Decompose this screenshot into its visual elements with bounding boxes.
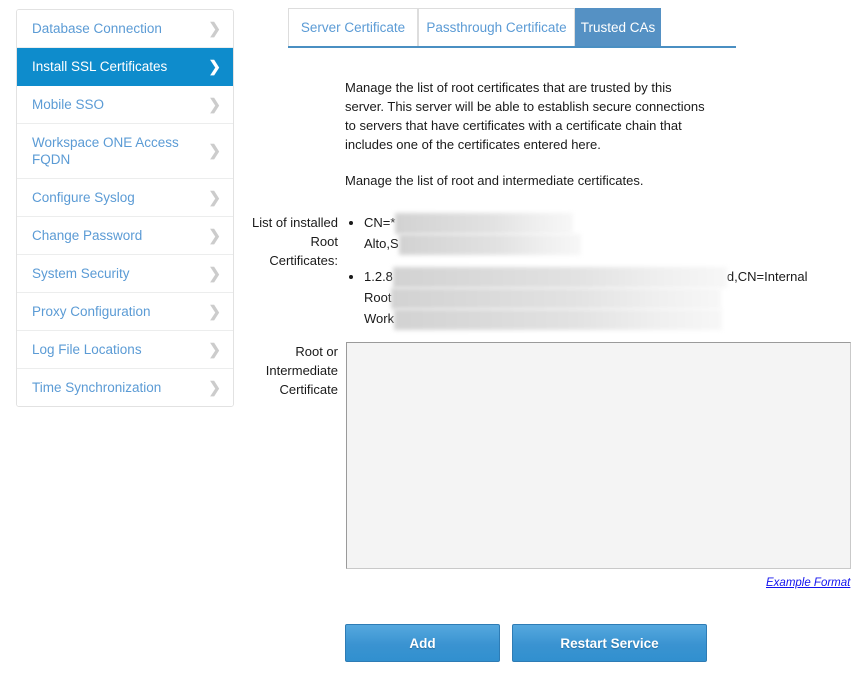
sidebar-item-label: Install SSL Certificates <box>32 59 168 74</box>
sidebar-item-mobile-sso[interactable]: Mobile SSO ❯ <box>17 86 233 124</box>
example-format-link[interactable]: Example Format <box>766 577 850 589</box>
description-paragraph-2: Manage the list of root and intermediate… <box>345 173 644 188</box>
chevron-right-icon: ❯ <box>208 341 221 358</box>
certificate-visible-suffix: d,CN=Internal <box>726 269 808 285</box>
action-button-bar: Add Restart Service <box>345 624 757 662</box>
installed-root-certificates-label: List of installed Root Certificates: <box>252 215 338 268</box>
sidebar-item-label: Time Synchronization <box>32 380 162 395</box>
certificate-visible-prefix: 1.2.8 <box>364 269 393 285</box>
main-content: Server Certificate Passthrough Certifica… <box>252 0 868 684</box>
sidebar-item-configure-syslog[interactable]: Configure Syslog ❯ <box>17 179 233 217</box>
sidebar-item-label: System Security <box>32 266 130 281</box>
list-item: 1.2.8 d,CN=Internal Root Work <box>364 267 868 331</box>
sidebar-item-log-file-locations[interactable]: Log File Locations ❯ <box>17 331 233 369</box>
chevron-right-icon: ❯ <box>208 58 221 75</box>
redacted-text-block <box>395 213 574 235</box>
chevron-right-icon: ❯ <box>208 227 221 244</box>
chevron-right-icon: ❯ <box>208 142 221 160</box>
certificate-input-label: Root or Intermediate Certificate <box>265 344 338 397</box>
sidebar-item-label: Log File Locations <box>32 342 142 357</box>
list-item: CN=* Alto,S <box>364 213 868 256</box>
sidebar-item-label: Mobile SSO <box>32 97 105 112</box>
sidebar-item-install-ssl-certificates[interactable]: Install SSL Certificates ❯ <box>17 48 233 86</box>
certificate-tabs: Server Certificate Passthrough Certifica… <box>288 8 736 48</box>
certificate-textarea[interactable] <box>346 342 851 569</box>
redacted-text-block <box>398 234 581 256</box>
tab-trusted-cas[interactable]: Trusted CAs <box>575 8 661 46</box>
redacted-text-block <box>391 288 722 310</box>
certificate-visible-continuation: Root <box>364 290 392 306</box>
sidebar-item-label: Configure Syslog <box>32 190 135 205</box>
certificate-visible-continuation: Work <box>364 311 395 327</box>
certificate-visible-prefix: CN=* <box>364 215 396 230</box>
chevron-right-icon: ❯ <box>208 189 221 206</box>
sidebar-item-change-password[interactable]: Change Password ❯ <box>17 217 233 255</box>
sidebar-item-label: Change Password <box>32 228 143 243</box>
sidebar-item-time-synchronization[interactable]: Time Synchronization ❯ <box>17 369 233 406</box>
certificate-visible-continuation: Alto,S <box>364 236 399 252</box>
chevron-right-icon: ❯ <box>208 303 221 320</box>
description-paragraph-1: Manage the list of root certificates tha… <box>345 80 705 152</box>
sidebar-item-database-connection[interactable]: Database Connection ❯ <box>17 10 233 48</box>
installed-root-certificates-list: CN=* Alto,S 1.2.8 d,CN=Internal Root Work <box>348 213 868 331</box>
sidebar-item-label: Database Connection <box>32 21 162 36</box>
description-block: Manage the list of root certificates tha… <box>345 78 705 190</box>
sidebar-item-proxy-configuration[interactable]: Proxy Configuration ❯ <box>17 293 233 331</box>
chevron-right-icon: ❯ <box>208 96 221 113</box>
sidebar-item-system-security[interactable]: System Security ❯ <box>17 255 233 293</box>
chevron-right-icon: ❯ <box>208 379 221 396</box>
settings-sidebar: Database Connection ❯ Install SSL Certif… <box>16 9 234 407</box>
tab-server-certificate[interactable]: Server Certificate <box>288 8 418 46</box>
redacted-text-block <box>392 267 727 289</box>
add-button[interactable]: Add <box>345 624 500 662</box>
sidebar-item-workspace-one-access-fqdn[interactable]: Workspace ONE Access FQDN ❯ <box>17 124 233 179</box>
sidebar-item-label: Workspace ONE Access FQDN <box>32 135 179 167</box>
chevron-right-icon: ❯ <box>208 20 221 37</box>
tab-passthrough-certificate[interactable]: Passthrough Certificate <box>418 8 575 46</box>
sidebar-item-label: Proxy Configuration <box>32 304 151 319</box>
ssl-certificates-page: Database Connection ❯ Install SSL Certif… <box>0 0 868 684</box>
chevron-right-icon: ❯ <box>208 265 221 282</box>
redacted-text-block <box>394 309 723 331</box>
restart-service-button[interactable]: Restart Service <box>512 624 707 662</box>
